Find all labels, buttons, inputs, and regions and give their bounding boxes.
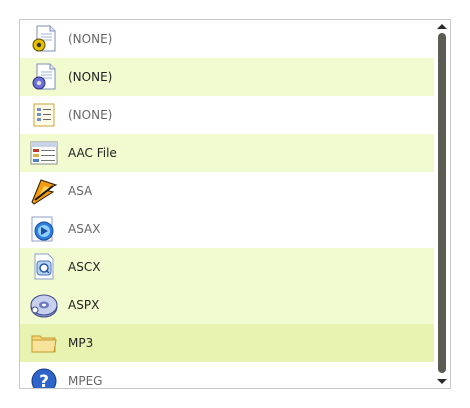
- list-item-label: ASPX: [68, 298, 100, 312]
- media-player-icon: [29, 214, 59, 244]
- list-item[interactable]: (NONE): [20, 96, 434, 134]
- list-item-label: MPEG: [68, 374, 103, 388]
- list-item[interactable]: MP3: [20, 324, 434, 362]
- list-item-label: ASCX: [68, 260, 101, 274]
- list-item-label: MP3: [68, 336, 94, 350]
- list-item-label: (NONE): [68, 108, 113, 122]
- list-item[interactable]: ASA: [20, 172, 434, 210]
- svg-text:?: ?: [39, 372, 49, 388]
- folder-icon: [29, 328, 59, 358]
- document-gear-blue-icon: [29, 62, 59, 92]
- help-question-icon: ?: [29, 366, 59, 388]
- disc-icon: [29, 290, 59, 320]
- winamp-lightning-icon: [29, 176, 59, 206]
- vertical-scrollbar[interactable]: [434, 20, 450, 388]
- quicktime-document-icon: [29, 252, 59, 282]
- list-item[interactable]: ASAX: [20, 210, 434, 248]
- list-item[interactable]: AAC File: [20, 134, 434, 172]
- list-item-label: (NONE): [68, 32, 113, 46]
- list-document-icon: [29, 100, 59, 130]
- list-item-label: (NONE): [68, 70, 113, 84]
- file-type-list: (NONE) (NONE) (NONE) AAC File ASA ASAX A…: [20, 20, 434, 388]
- file-type-listbox[interactable]: (NONE) (NONE) (NONE) AAC File ASA ASAX A…: [19, 19, 451, 389]
- list-item-label: ASA: [68, 184, 93, 198]
- list-item[interactable]: ASPX: [20, 286, 434, 324]
- scrollbar-thumb[interactable]: [438, 33, 446, 373]
- list-item[interactable]: ASCX: [20, 248, 434, 286]
- list-item[interactable]: ? MPEG: [20, 362, 434, 388]
- list-item[interactable]: (NONE): [20, 58, 434, 96]
- list-item[interactable]: (NONE): [20, 20, 434, 58]
- table-document-icon: [29, 138, 59, 168]
- document-gear-icon: [29, 24, 59, 54]
- scroll-up-arrow-icon[interactable]: [437, 24, 447, 29]
- list-item-label: ASAX: [68, 222, 101, 236]
- list-item-label: AAC File: [68, 146, 117, 160]
- scroll-down-arrow-icon[interactable]: [437, 379, 447, 384]
